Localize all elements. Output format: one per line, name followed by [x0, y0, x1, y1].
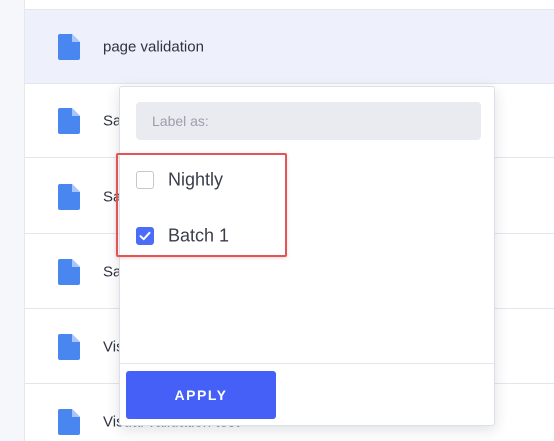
file-icon — [58, 333, 80, 360]
label-dropdown: Nightly Batch 1 APPLY — [116, 86, 495, 426]
file-icon — [58, 183, 80, 210]
label-search-input[interactable] — [136, 102, 481, 140]
highlight-annotation — [116, 153, 287, 257]
divider — [120, 363, 494, 364]
file-icon — [58, 107, 80, 134]
file-icon — [58, 258, 80, 285]
file-row[interactable] — [25, 0, 554, 10]
file-row[interactable]: page validation — [25, 10, 554, 84]
page: page validation Sa Sa Sa Visu Label as: … — [0, 0, 554, 441]
file-icon — [58, 33, 80, 60]
file-name: page validation — [103, 38, 204, 55]
file-icon — [58, 408, 80, 435]
apply-button[interactable]: APPLY — [126, 371, 276, 419]
